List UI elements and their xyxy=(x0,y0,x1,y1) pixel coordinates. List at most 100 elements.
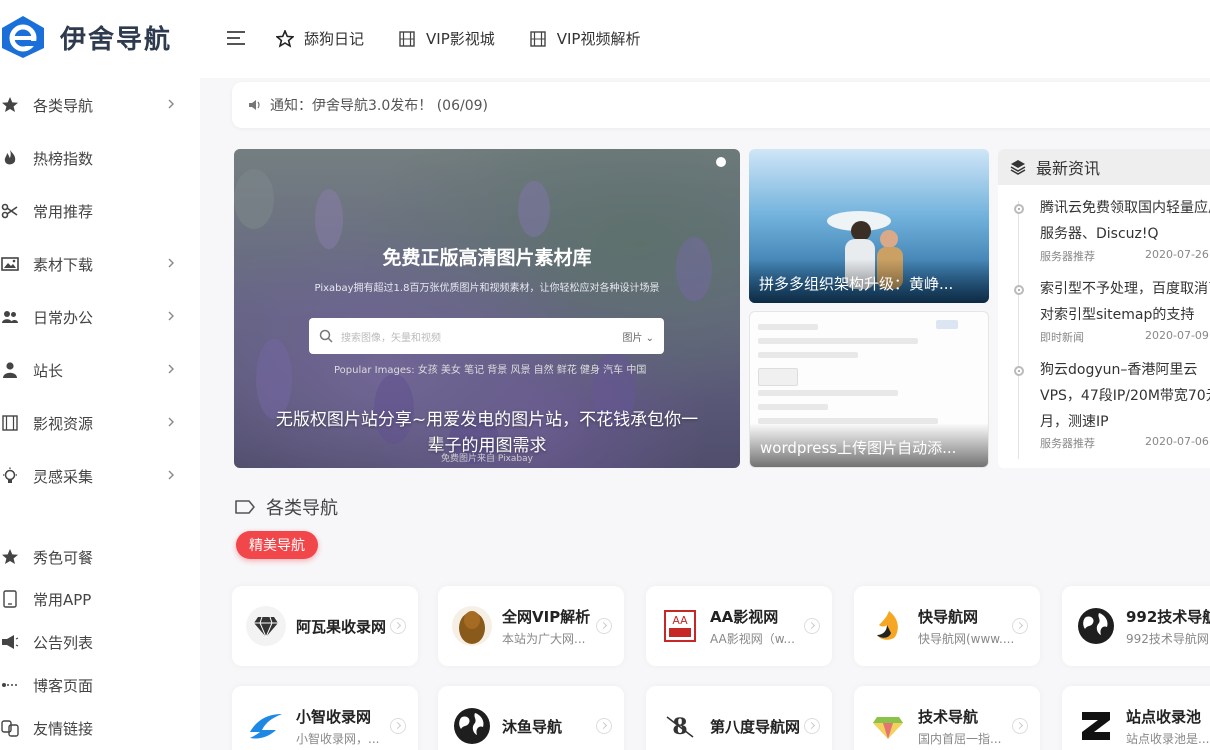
sidebar-item-hot[interactable]: 热榜指数 xyxy=(0,138,200,178)
menu-toggle-icon[interactable] xyxy=(226,28,246,48)
site-card-desc: 本站为广大网... xyxy=(502,632,586,646)
news-item-title[interactable]: 索引型不予处理，百度取消了对索引型sitemap的支持 xyxy=(1040,276,1210,328)
sidebar-item-movies[interactable]: 影视资源 xyxy=(0,403,200,443)
film-icon xyxy=(530,30,546,47)
search-icon xyxy=(319,329,333,343)
film-icon xyxy=(399,30,415,47)
sidebar-item-announcements[interactable]: 公告列表 xyxy=(0,622,200,662)
topnav-item-diary[interactable]: 舔狗日记 xyxy=(276,28,364,49)
top-bar: 伊舍导航 舔狗日记 VIP影视城 VIP视频解析 xyxy=(0,0,1210,78)
seal-icon: AA xyxy=(660,606,700,646)
star-icon xyxy=(276,29,294,48)
topnav-item-vip-cinema[interactable]: VIP影视城 xyxy=(398,28,495,49)
arrow-right-icon xyxy=(596,718,612,734)
sidebar-item-categories[interactable]: 各类导航 xyxy=(0,85,200,125)
user-icon xyxy=(0,360,20,380)
site-card[interactable]: 沐鱼导航 xyxy=(438,686,624,750)
sidebar-item-label: 常用推荐 xyxy=(33,202,94,221)
sidebar-item-inspiration[interactable]: 灵感采集 xyxy=(0,456,200,496)
site-card-desc: 站点收录池是... xyxy=(1126,732,1210,746)
news-item-category[interactable]: 服务器推荐 xyxy=(1040,435,1095,451)
chevron-right-icon xyxy=(168,311,174,321)
site-card-name: 全网VIP解析 xyxy=(502,608,591,626)
sidebar-item-label: 日常办公 xyxy=(33,308,94,327)
hero-banner[interactable]: 免费正版高清图片素材库 Pixabay拥有超过1.8百万张优质图片和视频素材，让… xyxy=(234,149,740,468)
hero-title: 免费正版高清图片素材库 xyxy=(382,247,592,269)
sidebar-item-links[interactable]: 友情链接 xyxy=(0,708,200,748)
timeline-bullet xyxy=(1014,366,1024,376)
sidebar-item-label: 素材下载 xyxy=(33,255,94,274)
site-card[interactable]: 阿瓦果收录网 xyxy=(232,586,418,666)
arrow-right-icon xyxy=(804,618,820,634)
site-card-desc: 小智收录网，... xyxy=(296,732,380,746)
news-item-title[interactable]: 狗云dogyun–香港阿里云VPS，47段IP/20M带宽70元月，测速IP xyxy=(1040,357,1210,435)
post-card[interactable]: wordpress上传图片自动添... xyxy=(749,311,989,468)
news-item-category[interactable]: 即时新闻 xyxy=(1040,329,1084,345)
chevron-right-icon xyxy=(168,417,174,427)
site-card-name: 阿瓦果收录网 xyxy=(296,618,387,636)
news-item-title[interactable]: 腾讯云免费领取国内轻量应用服务器、Discuz!Q xyxy=(1040,195,1210,247)
tab-featured-nav[interactable]: 精美导航 xyxy=(236,531,318,559)
site-card[interactable]: 技术导航 国内首屈一指... xyxy=(854,686,1040,750)
sidebar-item-label: 影视资源 xyxy=(33,414,94,433)
sidebar-item-label: 常用APP xyxy=(33,590,92,609)
news-item-category[interactable]: 服务器推荐 xyxy=(1040,248,1095,264)
sidebar-item-label: 各类导航 xyxy=(33,96,94,115)
logo-icon xyxy=(2,16,44,58)
fox-icon xyxy=(868,606,908,646)
diamond-icon xyxy=(246,606,286,646)
eight-icon: 8 xyxy=(660,706,700,746)
topnav-label: 舔狗日记 xyxy=(304,30,365,48)
sidebar-item-label: 友情链接 xyxy=(33,719,94,738)
site-card[interactable]: AA AA影视网 AA影视网（w... xyxy=(646,586,832,666)
timeline-bullet xyxy=(1014,204,1024,214)
scissors-icon xyxy=(0,201,20,221)
news-item-date: 2020-07-06 xyxy=(1145,435,1209,448)
fire-icon xyxy=(0,148,20,168)
logo-text: 伊舍导航 xyxy=(60,24,173,55)
sidebar-item-apps[interactable]: 常用APP xyxy=(0,579,200,619)
arrow-right-icon xyxy=(1012,718,1028,734)
sidebar-item-food[interactable]: 秀色可餐 xyxy=(0,537,200,577)
site-card-desc: AA影视网（w... xyxy=(710,632,795,646)
topnav-label: VIP影视城 xyxy=(426,30,495,48)
section-title: 各类导航 xyxy=(234,494,338,520)
site-card[interactable]: 小智收录网 小智收录网，... xyxy=(232,686,418,750)
globe-icon xyxy=(452,706,492,746)
arrow-right-icon xyxy=(390,718,406,734)
star-icon xyxy=(0,547,20,567)
chevron-right-icon xyxy=(168,470,174,480)
search-type-select[interactable]: 图片 ⌄ xyxy=(622,329,654,344)
news-panel: 最新资讯 腾讯云免费领取国内轻量应用服务器、Discuz!Q 服务器推荐 202… xyxy=(998,149,1210,468)
sidebar-item-webmaster[interactable]: 站长 xyxy=(0,350,200,390)
zlogo-icon xyxy=(1076,706,1116,746)
topnav-item-vip-parse[interactable]: VIP视频解析 xyxy=(529,28,640,49)
hero-search-box[interactable]: 搜索图像，矢量和视频 图片 ⌄ xyxy=(309,318,664,354)
svg-text:AA: AA xyxy=(672,614,688,627)
post-card[interactable]: 拼多多组织架构升级：黄峥... xyxy=(749,149,989,303)
chevron-right-icon xyxy=(168,258,174,268)
sidebar-item-office[interactable]: 日常办公 xyxy=(0,297,200,337)
arrow-right-icon xyxy=(804,718,820,734)
sidebar-item-recommend[interactable]: 常用推荐 xyxy=(0,191,200,231)
arrow-right-icon xyxy=(390,618,406,634)
site-card[interactable]: 全网VIP解析 本站为广大网... xyxy=(438,586,624,666)
site-card-name: 快导航网 xyxy=(918,608,979,626)
logo[interactable]: 伊舍导航 xyxy=(0,14,172,60)
site-card[interactable]: 站点收录池 站点收录池是... xyxy=(1062,686,1210,750)
notice-bar[interactable]: 通知：伊舍导航3.0发布！ (06/09) xyxy=(232,82,1210,128)
image-icon xyxy=(0,254,20,274)
site-card[interactable]: 992技术导航 992技术导航网... xyxy=(1062,586,1210,666)
sidebar-item-label: 博客页面 xyxy=(33,676,94,695)
site-card-name: 站点收录池 xyxy=(1126,708,1202,726)
site-card[interactable]: 快导航网 快导航网(www.... xyxy=(854,586,1040,666)
carousel-indicator[interactable] xyxy=(716,157,726,167)
notice-text: 通知：伊舍导航3.0发布！ (06/09) xyxy=(270,98,488,114)
arrow-right-icon xyxy=(1012,618,1028,634)
hero-tags: Popular Images: 女孩 美女 笔记 背景 风景 自然 鲜花 健身 … xyxy=(334,365,647,376)
site-card-desc: 快导航网(www.... xyxy=(918,632,1015,646)
sidebar-item-materials[interactable]: 素材下载 xyxy=(0,244,200,284)
sidebar-item-blog[interactable]: 博客页面 xyxy=(0,665,200,705)
site-card[interactable]: 8 第八度导航网 xyxy=(646,686,832,750)
top-nav: 舔狗日记 VIP影视城 VIP视频解析 xyxy=(276,28,674,49)
